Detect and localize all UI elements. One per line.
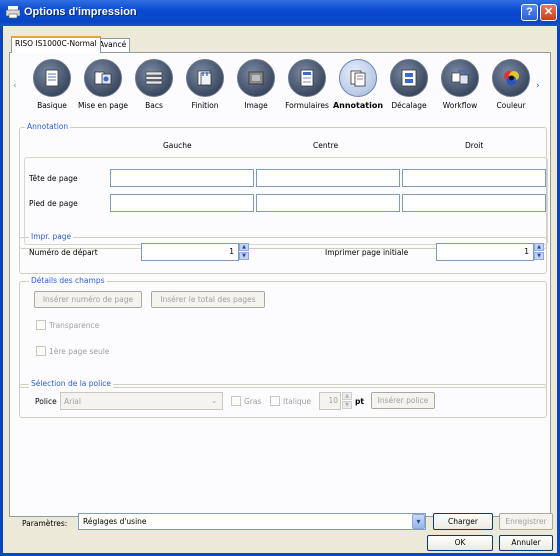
header-right-input[interactable]	[402, 169, 546, 187]
printer-app-icon	[6, 6, 20, 19]
font-size-input[interactable]: 10	[319, 392, 341, 410]
start-number-stepper[interactable]: ▲ ▼	[239, 243, 249, 261]
color-icon	[504, 71, 519, 86]
annotation-icon	[350, 70, 366, 87]
column-header-droit: Droit	[465, 141, 484, 150]
spin-up-icon[interactable]: ▲	[239, 243, 249, 251]
spin-up-icon[interactable]: ▲	[342, 392, 352, 400]
header-left-input[interactable]	[110, 169, 254, 187]
footer-right-input[interactable]	[402, 194, 546, 212]
spin-down-icon[interactable]: ▼	[534, 252, 544, 260]
font-select-value: Arial	[64, 397, 81, 406]
chevron-down-icon[interactable]: ▾	[412, 514, 425, 529]
finishing-icon	[197, 70, 212, 86]
print-initial-page-stepper[interactable]: ▲ ▼	[534, 243, 544, 261]
insert-page-number-button[interactable]: Insérer numéro de page	[34, 291, 142, 308]
document-icon	[45, 69, 59, 87]
tab-riso-normal[interactable]: RISO IS1000C-Normal	[11, 36, 101, 53]
bold-checkbox[interactable]	[231, 396, 241, 406]
tray-icon	[145, 71, 163, 85]
start-number-label: Numéro de départ	[29, 248, 98, 257]
dialog-body: RISO IS1000C-Normal Avancé ‹ Basique Mis…	[0, 26, 560, 556]
toolbar-formulaires[interactable]: Formulaires	[282, 59, 332, 121]
scroll-left-icon[interactable]: ‹	[13, 81, 17, 91]
column-header-centre: Centre	[313, 141, 339, 150]
chevron-down-icon: ⌄	[211, 396, 218, 405]
bold-label: Gras	[244, 397, 262, 406]
parameters-label: Paramètres:	[22, 519, 68, 528]
toolbar-image[interactable]: Image	[231, 59, 281, 121]
field-details-group-title: Détails des champs	[29, 276, 107, 285]
column-header-gauche: Gauche	[163, 141, 192, 150]
toolbar-basique[interactable]: Basique	[27, 59, 77, 121]
close-button[interactable]: ✕	[540, 4, 557, 21]
toolbar-bacs[interactable]: Bacs	[129, 59, 179, 121]
parameters-select-value: Réglages d'usine	[83, 517, 147, 526]
italic-label: Italique	[283, 397, 312, 406]
toolbar-label: Couleur	[496, 101, 526, 110]
header-center-input[interactable]	[256, 169, 400, 187]
insert-font-button[interactable]: Insérer police	[371, 392, 435, 409]
impr-page-group-title: Impr. page	[29, 232, 74, 241]
print-initial-page-label: Imprimer page initiale	[325, 248, 409, 257]
workflow-icon	[451, 70, 469, 85]
offset-icon	[401, 69, 417, 87]
transparency-checkbox[interactable]	[36, 320, 46, 330]
footer-center-input[interactable]	[256, 194, 400, 212]
toolbar-decalage[interactable]: Décalage	[384, 59, 434, 121]
toolbar-workflow[interactable]: Workflow	[435, 59, 485, 121]
header-row-label: Tête de page	[29, 174, 78, 183]
ok-button[interactable]: OK	[427, 535, 493, 551]
spin-up-icon[interactable]: ▲	[534, 243, 544, 251]
load-button[interactable]: Charger	[433, 513, 493, 530]
image-icon	[248, 71, 264, 85]
start-number-input[interactable]: 1	[141, 243, 239, 261]
form-icon	[300, 69, 314, 87]
save-settings-button[interactable]: Enregistrer	[499, 513, 553, 530]
insert-total-pages-button[interactable]: Insérer le total des pages	[151, 291, 265, 308]
transparency-label: Transparence	[49, 321, 100, 330]
toolbar-annotation[interactable]: Annotation	[333, 59, 383, 121]
layout-icon	[94, 71, 112, 85]
first-page-only-checkbox[interactable]	[36, 346, 46, 356]
parameters-select[interactable]: Réglages d'usine	[78, 513, 426, 530]
font-select[interactable]: Arial ⌄	[60, 392, 223, 410]
font-selection-group-title: Sélection de la police	[29, 379, 114, 388]
print-initial-page-input[interactable]: 1	[436, 243, 534, 261]
first-page-only-label: 1ère page seule	[49, 347, 110, 356]
toolbar-mise-en-page[interactable]: Mise en page	[78, 59, 128, 121]
font-size-unit: pt	[355, 397, 364, 406]
font-size-stepper[interactable]: ▲ ▼	[342, 392, 352, 410]
help-button[interactable]: ?	[521, 4, 538, 21]
scroll-right-icon[interactable]: ›	[536, 81, 540, 91]
spin-down-icon[interactable]: ▼	[342, 401, 352, 409]
toolbar-finition[interactable]: Finition	[180, 59, 230, 121]
footer-row-label: Pied de page	[29, 199, 78, 208]
font-label: Police	[35, 397, 57, 406]
title-bar: Options d'impression ? ✕	[0, 0, 560, 26]
cancel-button[interactable]: Annuler	[499, 535, 553, 551]
annotation-group-title: Annotation	[25, 122, 71, 131]
category-toolbar: ‹ Basique Mise en page Bacs Finition Ima…	[13, 59, 546, 123]
spin-down-icon[interactable]: ▼	[239, 252, 249, 260]
toolbar-couleur[interactable]: Couleur	[486, 59, 536, 121]
italic-checkbox[interactable]	[270, 396, 280, 406]
window-title: Options d'impression	[24, 6, 137, 18]
footer-left-input[interactable]	[110, 194, 254, 212]
